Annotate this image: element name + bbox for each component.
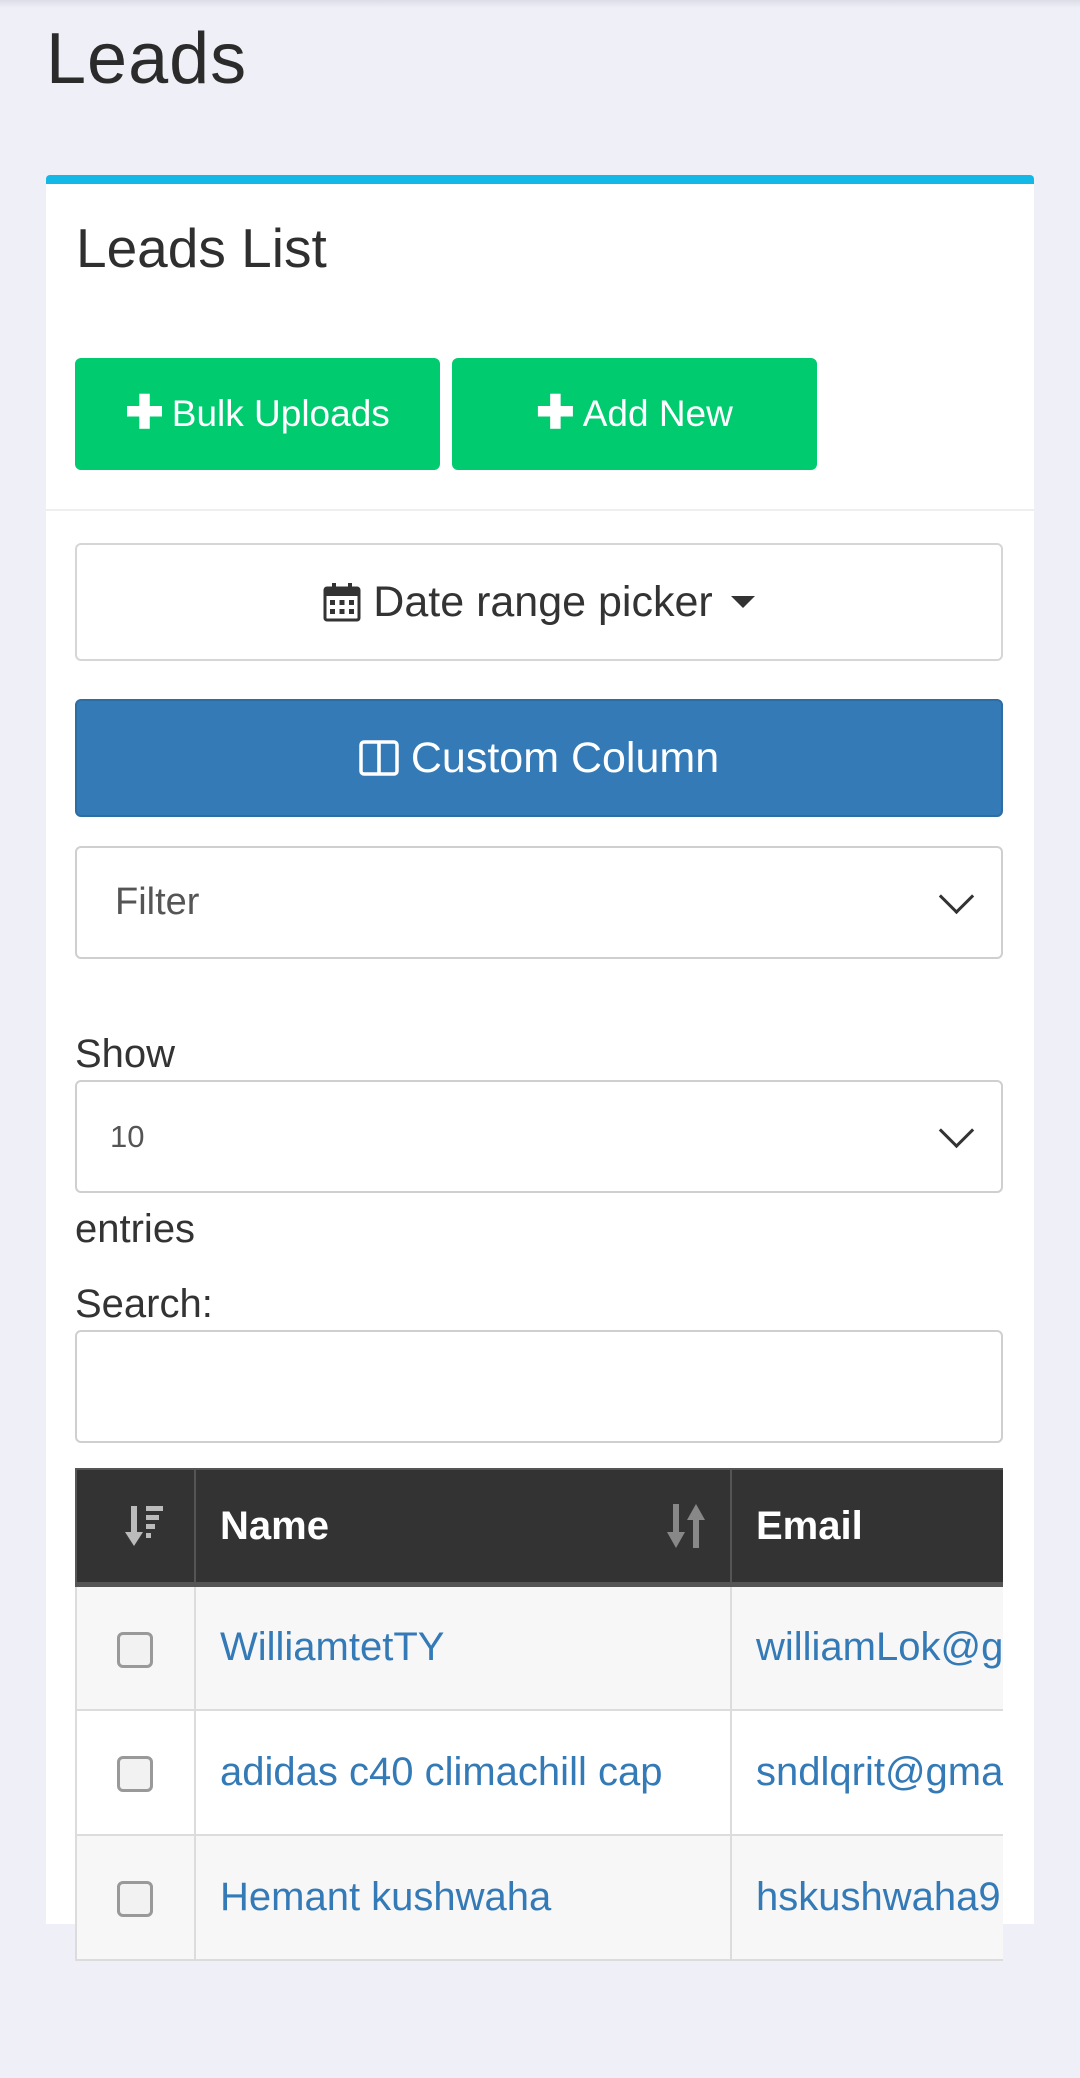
bulk-uploads-label: Bulk Uploads bbox=[171, 393, 390, 434]
date-range-label: Date range picker bbox=[373, 577, 713, 626]
page-length-value: 10 bbox=[110, 1118, 145, 1154]
card-title: Leads List bbox=[76, 217, 327, 279]
sort-icon bbox=[667, 1504, 705, 1548]
plus-icon: ✚ bbox=[125, 386, 164, 438]
lead-name-link[interactable]: WilliamtetTY bbox=[194, 1583, 732, 1711]
lead-name-link[interactable]: adidas c40 climachill cap bbox=[194, 1708, 732, 1836]
search-input[interactable] bbox=[75, 1330, 1003, 1443]
date-range-picker-button[interactable]: Date range picker bbox=[75, 543, 1003, 661]
plus-icon: ✚ bbox=[536, 386, 575, 438]
leads-table: Name Email WilliamtetTY williamLok@g adi… bbox=[75, 1468, 1003, 1961]
name-column-header[interactable]: Name bbox=[194, 1468, 732, 1587]
lead-name-link[interactable]: Hemant kushwaha bbox=[194, 1833, 732, 1961]
divider bbox=[46, 509, 1034, 511]
lead-email-link[interactable]: hskushwaha9@gmail.com bbox=[730, 1833, 1003, 1961]
columns-icon bbox=[359, 740, 399, 776]
chevron-down-icon bbox=[938, 878, 975, 915]
name-header-label: Name bbox=[220, 1503, 329, 1548]
leads-table-wrapper[interactable]: Name Email WilliamtetTY williamLok@g adi… bbox=[75, 1468, 1003, 2078]
chevron-down-icon bbox=[938, 1112, 975, 1149]
custom-column-button[interactable]: Custom Column bbox=[75, 699, 1003, 817]
search-label: Search: bbox=[75, 1282, 213, 1326]
top-shadow bbox=[0, 0, 1080, 8]
sort-icon bbox=[125, 1506, 163, 1546]
table-row: adidas c40 climachill cap sndlqrit@gmail… bbox=[75, 1708, 1003, 1836]
table-header-row: Name Email bbox=[75, 1468, 1003, 1587]
caret-down-icon bbox=[730, 596, 755, 608]
row-checkbox[interactable] bbox=[117, 1631, 153, 1668]
show-label: Show bbox=[75, 1032, 176, 1076]
page-title: Leads bbox=[46, 19, 248, 99]
filter-select[interactable]: Filter bbox=[75, 846, 1003, 959]
table-row: Hemant kushwaha hskushwaha9@gmail.com bbox=[75, 1833, 1003, 1961]
lead-email-link[interactable]: sndlqrit@gmail.com bbox=[730, 1708, 1003, 1836]
email-header-label: Email bbox=[756, 1503, 863, 1548]
row-checkbox[interactable] bbox=[117, 1755, 153, 1792]
calendar-icon bbox=[323, 583, 361, 622]
row-select-cell bbox=[75, 1583, 196, 1711]
custom-column-label: Custom Column bbox=[410, 733, 720, 782]
entries-label: entries bbox=[75, 1207, 196, 1251]
email-column-header[interactable]: Email bbox=[730, 1468, 1003, 1587]
lead-email-link[interactable]: williamLok@gmail.com bbox=[730, 1583, 1003, 1711]
row-select-cell bbox=[75, 1833, 196, 1961]
row-checkbox[interactable] bbox=[117, 1880, 153, 1917]
table-row: WilliamtetTY williamLok@gmail.com bbox=[75, 1583, 1003, 1711]
page-length-select[interactable]: 10 bbox=[75, 1080, 1003, 1193]
select-column-header[interactable] bbox=[75, 1468, 196, 1587]
filter-value: Filter bbox=[115, 881, 200, 923]
bulk-uploads-button[interactable]: ✚ Bulk Uploads bbox=[75, 358, 440, 470]
add-new-label: Add New bbox=[582, 393, 733, 434]
add-new-button[interactable]: ✚ Add New bbox=[452, 358, 817, 470]
row-select-cell bbox=[75, 1708, 196, 1836]
leads-card: Leads List ✚ Bulk Uploads ✚ Add New Date… bbox=[46, 175, 1034, 1961]
